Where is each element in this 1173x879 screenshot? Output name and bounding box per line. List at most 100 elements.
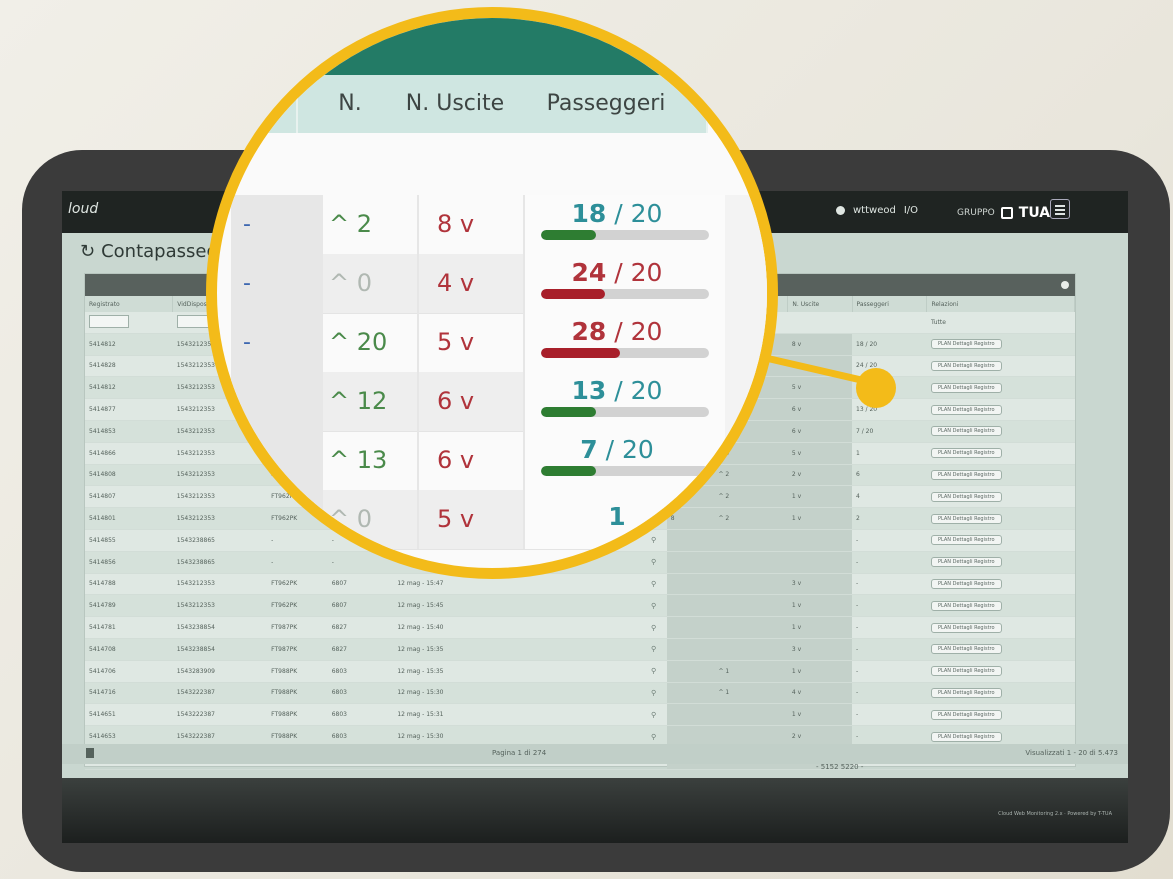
dettagli-registro-button[interactable]: PLAN Dettagli Registro [930, 687, 1002, 698]
table-row[interactable]: 5414781 1543238854 FT987PK 6827 12 mag - 15:… [85, 616, 1075, 639]
device-id: 1543212353 [172, 573, 268, 596]
zoom-table-row[interactable]: ^ 12 6 v 13 / 20 [231, 372, 767, 432]
passeggeri-count: 7 [580, 435, 598, 464]
row-id: 5414789 [85, 594, 173, 618]
check [666, 573, 715, 596]
column-divider [417, 313, 419, 372]
passeggeri: 18 / 20 [852, 333, 927, 356]
zoom-table-row[interactable]: - ^ 20 5 v 28 / 20 [231, 313, 767, 373]
dettagli-registro-button[interactable]: PLAN Dettagli Registro [930, 339, 1002, 350]
dettagli-registro-button[interactable]: PLAN Dettagli Registro [930, 709, 1002, 720]
relazioni-button[interactable]: PLAN Dettagli Registro [926, 594, 1075, 618]
relazioni-button[interactable]: PLAN Dettagli Registro [926, 551, 1075, 574]
relazioni-button[interactable]: PLAN Dettagli Registro [926, 442, 1075, 465]
table-row[interactable]: 5414789 1543212353 FT962PK 6807 12 mag - 15:… [85, 594, 1075, 618]
prev-column-cell [231, 431, 323, 490]
credits-text: Cloud Web Monitoring 2.x · Powered by T-… [998, 811, 1112, 817]
location-pin-icon[interactable]: ⚲ [646, 573, 667, 596]
location-pin-icon[interactable]: ⚲ [646, 703, 667, 727]
location-pin-icon[interactable]: ⚲ [646, 682, 667, 705]
dettagli-registro-button[interactable]: PLAN Dettagli Registro [930, 513, 1002, 524]
passeggeri: - [852, 529, 927, 552]
filter-input[interactable] [89, 314, 129, 328]
zoom-table-row[interactable]: ^ 13 6 v 7 / 20 [231, 431, 767, 491]
matricola: 6803 [327, 660, 394, 683]
user-menu[interactable]: wttweod I/O [836, 205, 918, 216]
relazioni-button[interactable]: PLAN Dettagli Registro [926, 398, 1075, 421]
magnifier-lens: N. Ingress N. Uscite Passeggeri - ^ 2 8 v 1… [206, 7, 778, 579]
dettagli-registro-button[interactable]: PLAN Dettagli Registro [930, 600, 1002, 611]
header-n-ingressi[interactable]: N. Ingress [296, 75, 406, 174]
relazioni-button[interactable]: PLAN Dettagli Registro [926, 507, 1075, 530]
relazioni-button[interactable]: PLAN Dettagli Registro [926, 485, 1075, 509]
dettagli-registro-button[interactable]: PLAN Dettagli Registro [930, 557, 1002, 568]
dettagli-registro-button[interactable]: PLAN Dettagli Registro [930, 535, 1002, 546]
dettagli-registro-button[interactable]: PLAN Dettagli Registro [930, 360, 1002, 371]
table-row[interactable]: 5414716 1543222387 FT988PK 6803 12 mag - 15:… [85, 682, 1075, 705]
row-id: 5414788 [85, 573, 173, 596]
dettagli-registro-button[interactable]: PLAN Dettagli Registro [930, 404, 1002, 415]
header-n-uscite[interactable]: N. Uscite [404, 75, 508, 133]
ingressi-value: ^ 12 [329, 387, 388, 415]
header-passeggeri[interactable]: Passeggeri [506, 75, 708, 133]
relazioni-button[interactable]: PLAN Dettagli Registro [926, 638, 1075, 661]
location-pin-icon[interactable]: ⚲ [646, 594, 667, 618]
export-icon[interactable] [86, 748, 94, 758]
refresh-icon[interactable]: ↻ [80, 241, 95, 262]
location-pin-icon[interactable]: ⚲ [646, 616, 667, 639]
dettagli-registro-button[interactable]: PLAN Dettagli Registro [930, 426, 1002, 437]
dettagli-registro-button[interactable]: PLAN Dettagli Registro [930, 382, 1002, 393]
panel-toggle-icon[interactable] [1061, 281, 1069, 289]
relazioni-button[interactable]: PLAN Dettagli Registro [926, 376, 1075, 400]
zoom-table-row[interactable]: - ^ 0 4 v 24 / 20 [231, 254, 767, 314]
dettagli-registro-button[interactable]: PLAN Dettagli Registro [930, 469, 1002, 480]
date: 12 mag - 15:31 [393, 703, 494, 727]
row-id: 5414708 [85, 638, 173, 661]
relazioni-button[interactable]: PLAN Dettagli Registro [926, 573, 1075, 596]
relazioni-button[interactable]: PLAN Dettagli Registro [926, 420, 1075, 443]
location-pin-icon[interactable]: ⚲ [646, 660, 667, 683]
dettagli-registro-button[interactable]: PLAN Dettagli Registro [930, 448, 1002, 459]
relazioni-button[interactable]: PLAN Dettagli Registro [926, 333, 1075, 356]
corsa [536, 594, 582, 618]
device-id: 1543212353 [172, 594, 268, 618]
location-pin-icon[interactable]: ⚲ [646, 638, 667, 661]
dettagli-registro-button[interactable]: PLAN Dettagli Registro [930, 644, 1002, 655]
passeggeri-capacity: / 20 [606, 317, 663, 346]
relazioni-filter-select[interactable]: Tutte [926, 312, 1075, 334]
relazioni-button[interactable]: PLAN Dettagli Registro [926, 529, 1075, 552]
dettagli-registro-button[interactable]: PLAN Dettagli Registro [930, 491, 1002, 502]
passeggeri-cell: 28 / 20 [525, 313, 725, 372]
dettagli-registro-button[interactable]: PLAN Dettagli Registro [930, 578, 1002, 589]
zoom-filter-row [231, 133, 767, 195]
passeggeri: - [852, 703, 927, 727]
relazioni-button[interactable]: PLAN Dettagli Registro [926, 682, 1075, 705]
relazioni-button[interactable]: PLAN Dettagli Registro [926, 616, 1075, 639]
dettagli-registro-button[interactable]: PLAN Dettagli Registro [930, 622, 1002, 633]
table-row[interactable]: 5414706 1543283909 FT988PK 6803 12 mag - 15:… [85, 660, 1075, 683]
passeggeri: - [852, 660, 927, 683]
pagination[interactable]: Pagina 1 di 274 [492, 749, 546, 757]
table-row[interactable]: 5414651 1543222387 FT988PK 6803 12 mag - 15:… [85, 703, 1075, 727]
relazioni-button[interactable]: PLAN Dettagli Registro [926, 660, 1075, 683]
relazioni-button[interactable]: PLAN Dettagli Registro [926, 464, 1075, 487]
column-header[interactable]: Relazioni [926, 296, 1075, 312]
column-divider [417, 490, 419, 549]
dettagli-registro-button[interactable]: PLAN Dettagli Registro [930, 731, 1002, 742]
hamburger-menu-button[interactable] [1050, 199, 1070, 219]
prev-column-cell [231, 490, 323, 549]
dettagli-registro-button[interactable]: PLAN Dettagli Registro [930, 666, 1002, 677]
table-row[interactable]: 5414708 1543238854 FT987PK 6827 12 mag - 15:… [85, 638, 1075, 661]
gruppo-selector[interactable]: GRUPPO TUA [957, 205, 1050, 221]
n-uscite: 5 v [787, 442, 852, 465]
table-row[interactable]: 5414788 1543212353 FT962PK 6807 12 mag - 15:… [85, 573, 1075, 596]
column-header[interactable]: Passeggeri [852, 296, 928, 312]
zoom-table-row[interactable]: - ^ 2 8 v 18 / 20 [231, 195, 767, 255]
zoom-table-row[interactable]: ^ 0 5 v 1 [231, 490, 767, 550]
column-header[interactable]: Registrato [85, 296, 174, 312]
column-header[interactable]: N. Uscite [787, 296, 853, 312]
dettaglio [581, 703, 647, 727]
relazioni-button[interactable]: PLAN Dettagli Registro [926, 355, 1075, 378]
relazioni-button[interactable]: PLAN Dettagli Registro [926, 703, 1075, 727]
passeggeri: - [852, 573, 927, 596]
